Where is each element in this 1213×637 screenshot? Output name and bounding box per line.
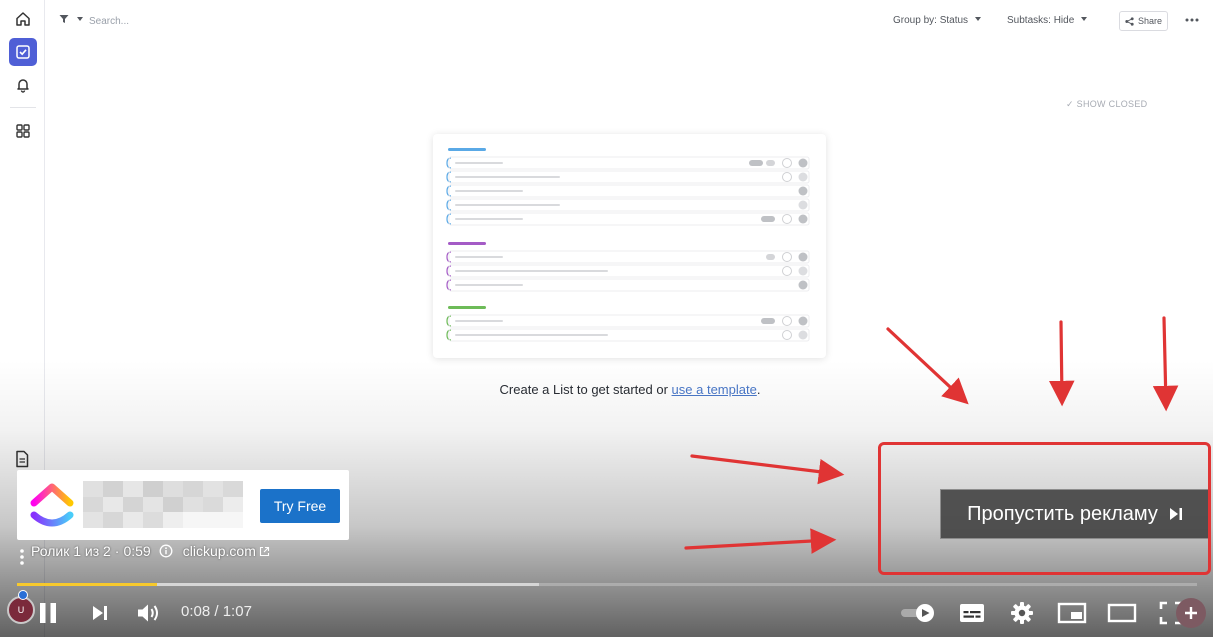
empty-state-suffix: .: [756, 382, 761, 397]
avatar-initial: U: [17, 605, 25, 615]
ad-menu-icon[interactable]: [18, 548, 26, 566]
show-closed-toggle[interactable]: ✓ SHOW CLOSED: [1066, 99, 1147, 110]
try-free-button[interactable]: Try Free: [260, 489, 340, 523]
subtasks-label: Subtasks:: [1007, 15, 1051, 26]
empty-state-text: Create a List to get started or: [499, 382, 668, 397]
share-label: Share: [1137, 16, 1163, 26]
home-icon: [16, 12, 30, 26]
rail-divider: [10, 107, 36, 108]
subtitles-icon: [960, 604, 984, 622]
theater-icon: [1107, 603, 1137, 623]
check-icon: ✓: [1066, 99, 1074, 109]
sidebar-rail: [0, 0, 45, 637]
chevron-down-icon: [974, 17, 981, 21]
time-current: 0:08: [181, 603, 211, 620]
bell-icon: [17, 79, 29, 93]
info-icon[interactable]: [159, 544, 173, 558]
more-horizontal-icon: [1185, 18, 1199, 22]
chevron-down-icon: [77, 17, 83, 21]
pause-button[interactable]: [33, 598, 63, 628]
illustration-group-green: [446, 306, 810, 342]
filter-button[interactable]: [59, 14, 83, 24]
ad-info-bar: Ролик 1 из 2 · 0:59 clickup.com: [31, 543, 270, 559]
external-link-icon: [259, 546, 270, 557]
search-input[interactable]: [89, 12, 289, 30]
volume-icon: [138, 604, 158, 622]
ad-duration: 0:59: [123, 543, 151, 559]
empty-list-illustration: [433, 134, 826, 358]
time-separator: /: [214, 603, 219, 620]
more-options-button[interactable]: [1183, 12, 1201, 28]
dashboards-icon: [16, 124, 30, 138]
next-button[interactable]: [86, 598, 114, 628]
tasks-icon: [16, 45, 30, 59]
ad-companion-card[interactable]: Try Free: [17, 470, 349, 540]
empty-state-message: Create a List to get started or use a te…: [0, 382, 1213, 397]
pause-icon: [40, 603, 56, 623]
ad-position: Ролик 1 из 2: [31, 543, 111, 559]
clickup-app: Group by: Status Subtasks: Hide Share ✓ …: [0, 0, 1213, 637]
settings-button[interactable]: [1008, 598, 1036, 628]
skip-ad-button[interactable]: Пропустить рекламу: [940, 489, 1210, 539]
share-icon: [1125, 16, 1134, 26]
group-by-dropdown[interactable]: Group by: Status: [893, 15, 981, 26]
theater-mode-button[interactable]: [1105, 600, 1139, 626]
list-toolbar: Group by: Status Subtasks: Hide Share: [45, 0, 1213, 42]
group-by-label: Group by:: [893, 15, 937, 26]
illustration-group-blue: [446, 148, 810, 226]
clickup-logo: [30, 483, 74, 527]
miniplayer-button[interactable]: [1055, 600, 1089, 626]
time-total: 1:07: [222, 603, 252, 620]
skip-ad-label: Пропустить рекламу: [967, 502, 1158, 525]
plus-icon: [1185, 607, 1197, 619]
channel-avatar[interactable]: U: [7, 596, 35, 624]
share-button[interactable]: Share: [1119, 11, 1168, 31]
gear-icon: [1011, 602, 1033, 624]
show-closed-label: SHOW CLOSED: [1076, 99, 1148, 109]
doc-icon: [16, 450, 29, 468]
chevron-down-icon: [1081, 17, 1088, 21]
subtasks-value: Hide: [1053, 15, 1075, 26]
progress-played: [17, 583, 158, 586]
ad-domain-link[interactable]: clickup.com: [183, 543, 256, 559]
notifications-button[interactable]: [9, 71, 37, 99]
progress-bar[interactable]: [17, 583, 1197, 586]
illustration-group-purple: [446, 242, 810, 292]
filter-icon: [59, 15, 69, 23]
dashboards-button[interactable]: [9, 117, 37, 145]
home-button[interactable]: [9, 5, 37, 33]
blurred-ad-text: [83, 481, 243, 528]
skip-next-icon: [93, 606, 107, 620]
subtitles-button[interactable]: [957, 600, 987, 626]
miniplayer-icon: [1057, 602, 1087, 624]
autoplay-toggle[interactable]: [898, 600, 938, 626]
skip-next-icon: [1169, 508, 1182, 520]
subtasks-dropdown[interactable]: Subtasks: Hide: [1007, 15, 1088, 26]
autoplay-icon: [901, 604, 934, 622]
ad-separator: ·: [114, 543, 120, 559]
group-by-value: Status: [939, 15, 969, 26]
browser-extension-button[interactable]: [1176, 598, 1206, 628]
time-display: 0:08 / 1:07: [181, 603, 252, 620]
volume-button[interactable]: [133, 598, 165, 628]
use-template-link[interactable]: use a template: [672, 382, 757, 397]
avatar-badge: [18, 590, 28, 600]
tasks-button[interactable]: [9, 38, 37, 66]
